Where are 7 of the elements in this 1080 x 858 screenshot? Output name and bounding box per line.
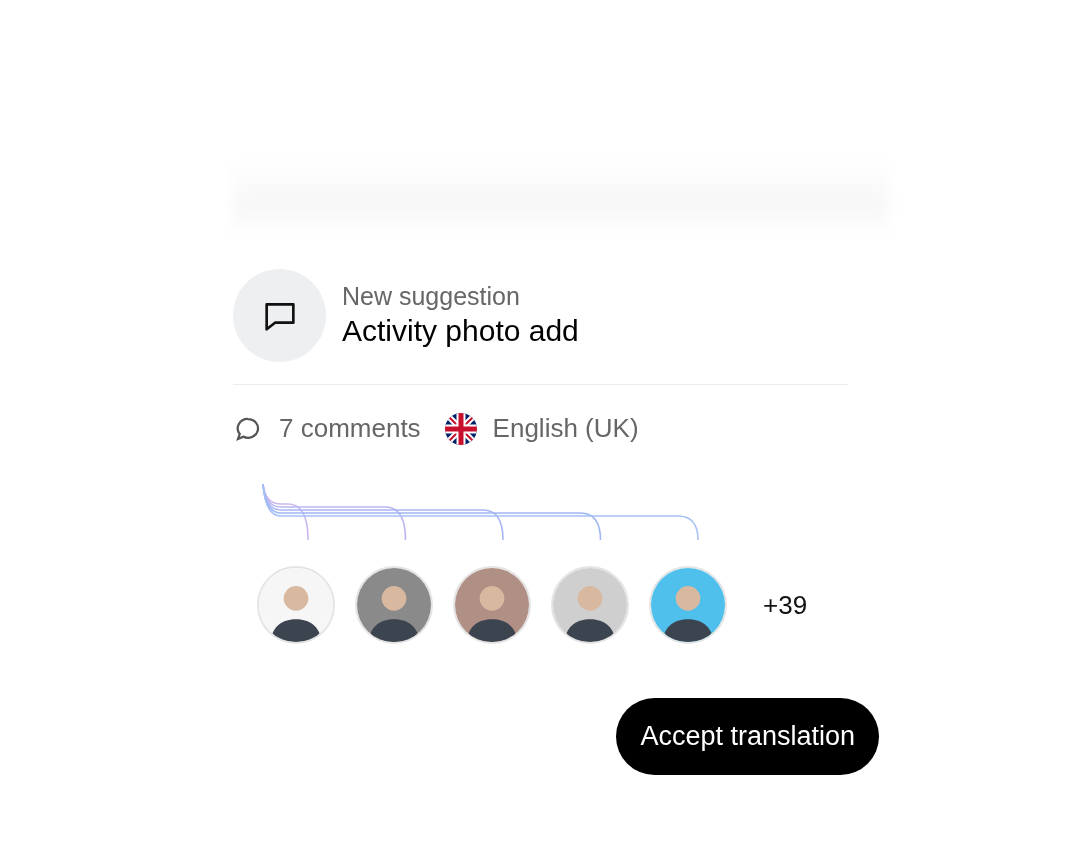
notification-title: Activity photo add	[342, 313, 579, 349]
accept-translation-button[interactable]: Accept translation	[616, 698, 879, 775]
language-label: English (UK)	[492, 412, 639, 445]
notification-label: New suggestion	[342, 281, 521, 311]
comments-count: 7 comments	[279, 412, 421, 445]
flag-icon	[444, 412, 477, 445]
more-count: +39	[763, 588, 808, 622]
